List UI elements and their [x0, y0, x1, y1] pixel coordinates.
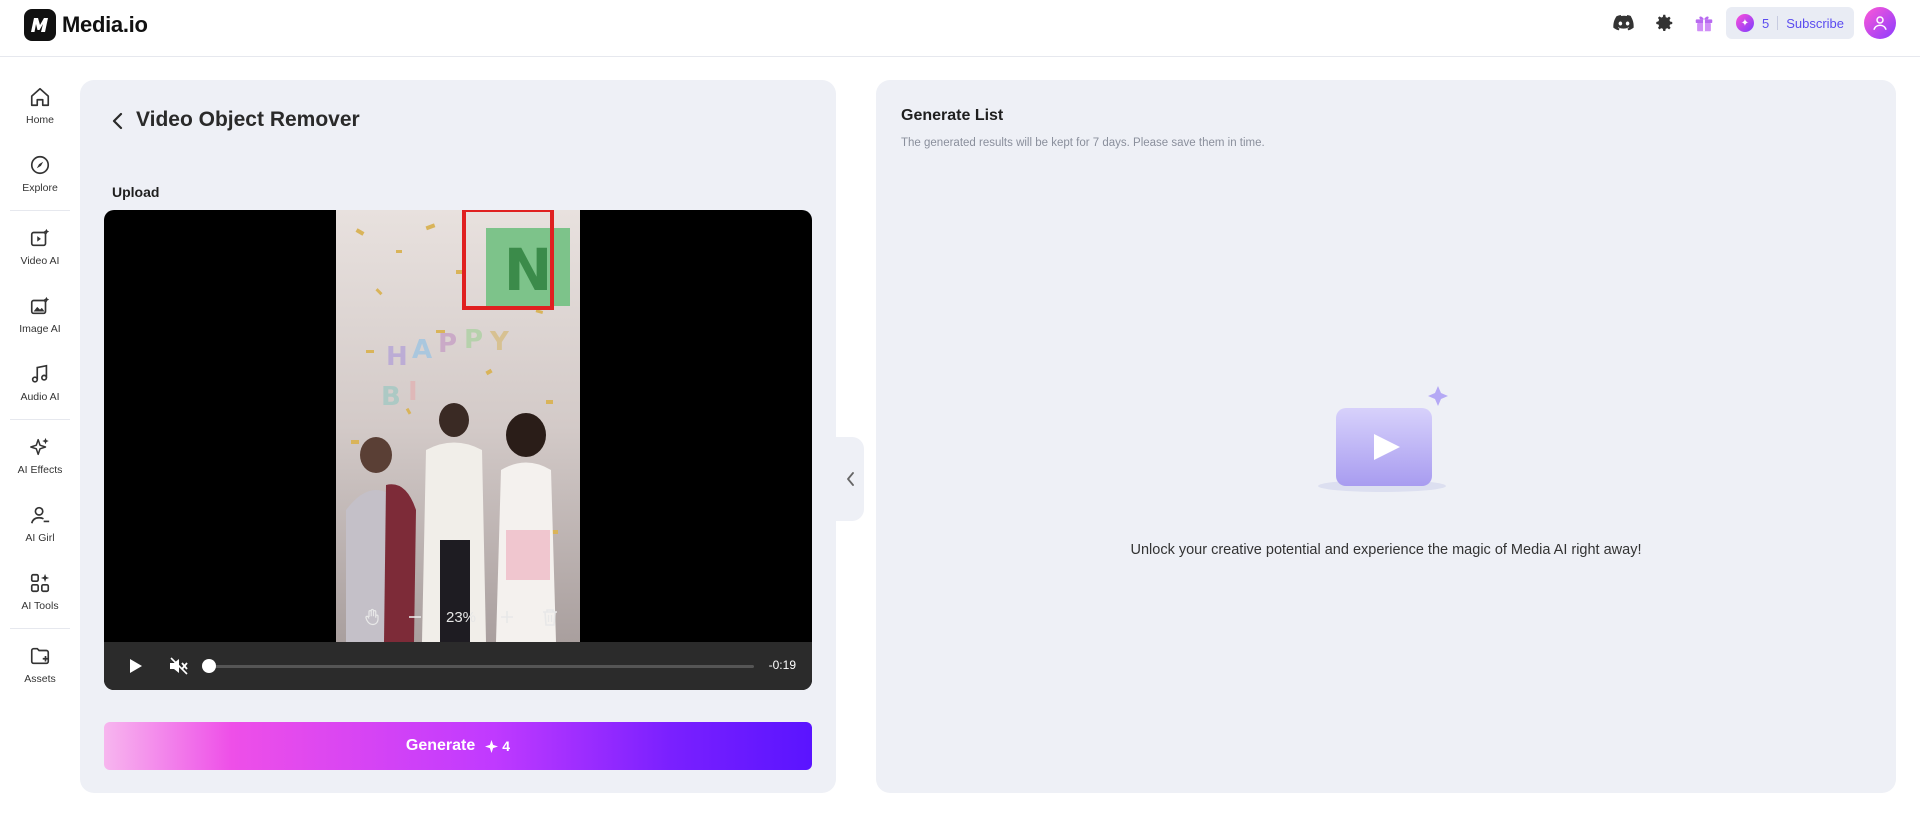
sidebar-item-label: Assets — [24, 673, 56, 685]
svg-text:A: A — [412, 335, 432, 365]
logo[interactable]: Media.io — [24, 9, 148, 41]
svg-text:Y: Y — [489, 327, 510, 357]
credit-count: 5 — [1761, 15, 1770, 31]
back-button[interactable] — [106, 110, 128, 132]
minus-icon — [409, 616, 422, 618]
sidebar-item-explore[interactable]: Explore — [0, 152, 80, 194]
compass-icon — [27, 152, 53, 178]
sidebar-item-label: AI Girl — [25, 532, 55, 544]
video-controls: -0:19 — [104, 642, 812, 690]
hand-pan-icon[interactable] — [359, 604, 385, 630]
credit-sparkle-icon — [485, 739, 499, 753]
generate-cost: 4 — [485, 738, 510, 754]
empty-state-message: Unlock your creative potential and exper… — [1130, 542, 1642, 558]
video-player[interactable]: H A P P Y B I N 23% -0:19 — [104, 210, 812, 690]
sidebar-item-label: Audio AI — [20, 391, 60, 403]
user-icon — [1873, 16, 1887, 30]
sidebar-item-label: Video AI — [20, 255, 60, 267]
video-placeholder-icon — [1318, 386, 1448, 492]
sidebar-item-ai-girl[interactable]: AI Girl — [0, 502, 80, 544]
generate-list-panel: Generate List The generated results will… — [876, 80, 1896, 793]
time-remaining: -0:19 — [768, 658, 796, 672]
credits-pill[interactable]: ✦ 5 Subscribe — [1725, 7, 1854, 39]
sidebar-item-label: Home — [25, 114, 54, 126]
svg-text:P: P — [464, 325, 483, 355]
empty-state-illustration — [1314, 386, 1458, 506]
svg-text:B: B — [381, 382, 401, 412]
zoom-in-button[interactable] — [494, 604, 520, 630]
svg-text:H: H — [386, 342, 408, 372]
pill-divider — [1777, 16, 1779, 30]
sidebar-item-video-ai[interactable]: Video AI — [0, 225, 80, 267]
svg-text:P: P — [438, 329, 457, 359]
delete-button[interactable] — [537, 604, 563, 630]
generate-list-subtitle: The generated results will be kept for 7… — [901, 137, 1265, 149]
plus-icon — [500, 611, 513, 623]
svg-text:I: I — [408, 377, 418, 407]
home-icon — [27, 84, 53, 110]
sidebar-item-assets[interactable]: Assets — [0, 643, 80, 685]
audio-ai-icon — [27, 361, 53, 387]
muted-speaker-icon — [170, 657, 188, 675]
generate-list-title: Generate List — [901, 107, 1004, 124]
top-bar: Media.io ✦ 5 Subscribe — [0, 0, 1920, 57]
gift-icon[interactable] — [1684, 7, 1724, 39]
ai-girl-icon — [27, 502, 53, 528]
video-ai-icon — [27, 225, 53, 251]
avatar[interactable] — [1864, 7, 1896, 39]
upload-label: Upload — [112, 184, 160, 200]
sidebar-item-label: AI Effects — [17, 464, 63, 476]
sidebar-item-label: Explore — [22, 182, 58, 194]
ai-tools-icon — [27, 570, 53, 596]
progress-knob[interactable] — [202, 659, 216, 673]
chevron-left-icon — [846, 472, 854, 486]
play-icon — [130, 659, 142, 673]
mute-button[interactable] — [165, 652, 193, 680]
progress-track[interactable] — [206, 665, 754, 668]
zoom-level: 23% — [445, 608, 477, 626]
zoom-out-button[interactable] — [402, 604, 428, 630]
generate-cost-value: 4 — [502, 738, 511, 754]
sidebar-item-ai-tools[interactable]: AI Tools — [0, 570, 80, 612]
sidebar-item-home[interactable]: Home — [0, 84, 80, 126]
sidebar-divider — [10, 210, 70, 211]
credit-star-icon: ✦ — [1735, 14, 1754, 32]
page-title: Video Object Remover — [136, 108, 360, 131]
image-ai-icon — [27, 293, 53, 319]
sidebar-item-image-ai[interactable]: Image AI — [0, 293, 80, 335]
play-button[interactable] — [122, 652, 150, 680]
sidebar-item-label: AI Tools — [21, 600, 59, 612]
generate-label: Generate — [405, 737, 476, 754]
chevron-left-icon — [112, 112, 123, 130]
sidebar-item-audio-ai[interactable]: Audio AI — [0, 361, 80, 403]
discord-icon[interactable] — [1604, 7, 1644, 39]
tool-panel: Video Object Remover Upload H A P P Y B … — [80, 80, 836, 793]
logo-m-icon — [31, 18, 48, 32]
sidebar-item-ai-effects[interactable]: AI Effects — [0, 434, 80, 476]
selection-mask-box[interactable] — [462, 210, 554, 310]
folder-icon — [27, 643, 53, 669]
subscribe-button[interactable]: Subscribe — [1786, 16, 1844, 31]
logo-mark — [24, 9, 56, 41]
zoom-toolbar: 23% — [350, 600, 572, 634]
settings-icon[interactable] — [1644, 7, 1684, 39]
sidebar-divider — [10, 628, 70, 629]
sidebar: Home Explore Video AI Image AI Audio AI … — [0, 57, 80, 818]
generate-button[interactable]: Generate 4 — [104, 722, 812, 770]
collapse-panel-button[interactable] — [836, 437, 864, 521]
sparkles-icon — [27, 434, 53, 460]
sidebar-divider — [10, 419, 70, 420]
sidebar-item-label: Image AI — [19, 323, 61, 335]
trash-icon — [543, 609, 558, 626]
logo-text: Media.io — [62, 12, 148, 37]
